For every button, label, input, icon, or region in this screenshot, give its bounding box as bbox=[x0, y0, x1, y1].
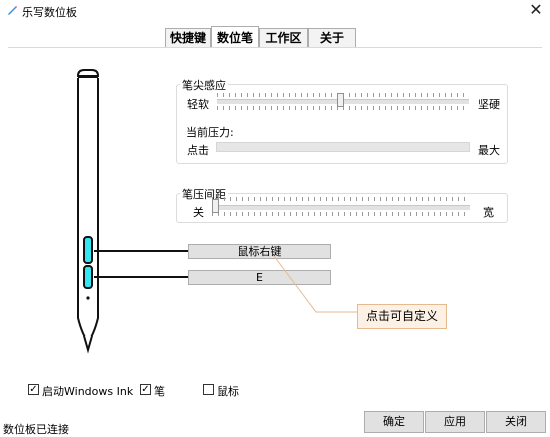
tip-sensitivity-slider-thumb[interactable] bbox=[337, 93, 345, 107]
mouse-checkbox[interactable] bbox=[203, 384, 214, 395]
mouse-option-label: 鼠标 bbox=[217, 385, 239, 398]
tab-pen[interactable]: 数位笔 bbox=[211, 26, 259, 48]
lower-button-connector bbox=[94, 276, 188, 278]
apply-button[interactable]: 应用 bbox=[425, 411, 485, 433]
tip-hard-label: 坚硬 bbox=[478, 98, 500, 111]
pen-app-icon bbox=[8, 6, 17, 15]
current-pressure-bar bbox=[216, 142, 470, 152]
pen-checkbox[interactable]: ✓ bbox=[140, 384, 151, 395]
pen-illustration bbox=[76, 69, 100, 354]
pressure-min-label: 点击 bbox=[187, 144, 209, 157]
pen-option-label: 笔 bbox=[154, 385, 165, 398]
connection-status: 数位板已连接 bbox=[3, 423, 69, 436]
tip-soft-label: 轻软 bbox=[187, 98, 209, 111]
windows-ink-checkbox[interactable]: ✓ bbox=[28, 384, 39, 395]
distance-slider-ticks-top bbox=[212, 197, 470, 201]
ok-button[interactable]: 确定 bbox=[364, 411, 424, 433]
customize-callout: 点击可自定义 bbox=[357, 304, 447, 329]
close-button[interactable]: 关闭 bbox=[486, 411, 546, 433]
tip-sensitivity-title: 笔尖感应 bbox=[180, 77, 228, 93]
callout-leader bbox=[273, 255, 358, 313]
window-close-button[interactable]: ✕ bbox=[524, 0, 548, 20]
tab-divider bbox=[8, 47, 542, 48]
check-icon: ✓ bbox=[141, 384, 150, 395]
pen-distance-slider-thumb[interactable] bbox=[212, 199, 219, 213]
windows-ink-label: 启动Windows Ink bbox=[42, 385, 134, 398]
check-icon: ✓ bbox=[29, 384, 38, 395]
current-pressure-label: 当前压力: bbox=[186, 126, 234, 139]
distance-off-label: 关 bbox=[193, 206, 204, 219]
pressure-max-label: 最大 bbox=[478, 144, 500, 157]
tab-about[interactable]: 关于 bbox=[308, 28, 356, 47]
title-bar: 乐写数位板 ✕ bbox=[0, 0, 550, 22]
distance-wide-label: 宽 bbox=[483, 206, 494, 219]
upper-button-connector bbox=[94, 250, 188, 252]
distance-slider-ticks-bottom bbox=[212, 212, 470, 216]
tab-shortcuts[interactable]: 快捷键 bbox=[165, 28, 211, 47]
tab-workspace[interactable]: 工作区 bbox=[259, 28, 308, 47]
pen-distance-slider[interactable] bbox=[212, 205, 470, 210]
window-title: 乐写数位板 bbox=[22, 6, 77, 19]
